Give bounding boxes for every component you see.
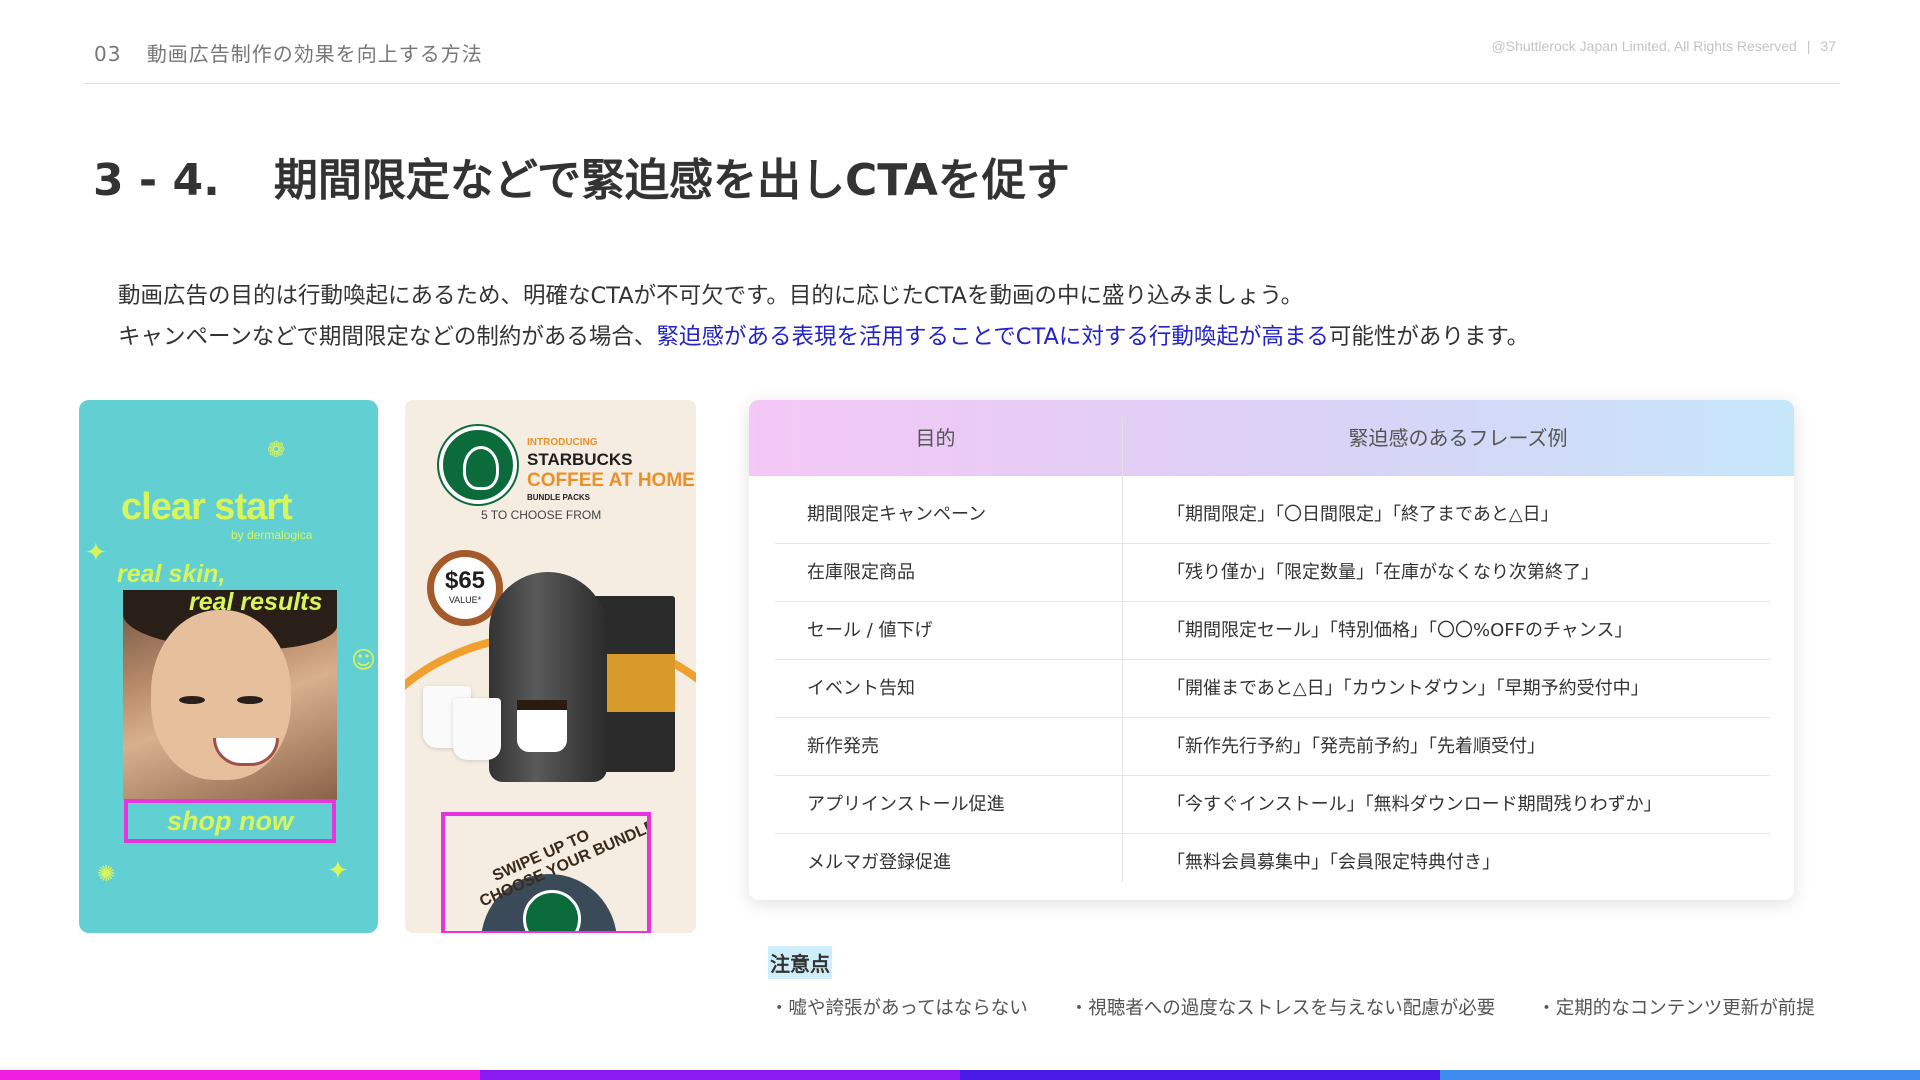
- caution-list: ・嘘や誇張があってはならない ・視聴者への過度なストレスを与えない配慮が必要 ・定期…: [770, 994, 1815, 1020]
- section-header: 03 動画広告制作の効果を向上する方法: [94, 38, 483, 67]
- ad-brand-by: by dermalogica: [231, 528, 313, 542]
- price-value: $65: [444, 567, 486, 594]
- phrase-cell: 「期間限定セール」「特別価格」「〇〇%OFFのチャンス」: [1167, 620, 1633, 641]
- table-row: アプリインストール促進 「今すぐインストール」「無料ダウンロード期間残りわずか」: [775, 776, 1770, 834]
- ad-product: COFFEE AT HOME: [527, 470, 695, 491]
- coffee-cup: [517, 700, 567, 752]
- intro-highlight: 緊迫感がある表現を活用することでCTAに対する行動喚起が高まる: [656, 324, 1329, 350]
- table-row: メルマガ登録促進 「無料会員募集中」「会員限定特典付き」: [775, 834, 1770, 892]
- caution-title: 注意点: [768, 946, 832, 979]
- burst-icon: ✺: [97, 862, 116, 887]
- table-row: セール / 値下げ 「期間限定セール」「特別価格」「〇〇%OFFのチャンス」: [775, 602, 1770, 660]
- slide-title-text: 期間限定などで緊迫感を出しCTAを促す: [273, 155, 1070, 206]
- phrase-cell: 「開催まであと△日」「カウントダウン」「早期予約受付中」: [1167, 678, 1649, 699]
- caution-item: ・嘘や誇張があってはならない: [770, 998, 1028, 1019]
- slide-title-number: 3 - 4.: [93, 155, 220, 206]
- phrase-cell: 「残り僅か」「限定数量」「在庫がなくなり次第終了」: [1167, 562, 1599, 583]
- ad-bundle: BUNDLE PACKS: [527, 493, 590, 502]
- purpose-cell: セール / 値下げ: [807, 620, 933, 641]
- ad-example-starbucks: INTRODUCING STARBUCKS COFFEE AT HOME BUN…: [405, 400, 696, 933]
- smiley-icon: ☺: [351, 646, 377, 674]
- intro-line-2-post: 可能性があります。: [1328, 324, 1530, 350]
- shop-now-cta: shop now: [124, 799, 336, 843]
- ad-tagline-2: real results: [189, 588, 323, 616]
- table-row: 期間限定キャンペーン 「期間限定」「〇日間限定」「終了まであと△日」: [775, 486, 1770, 544]
- face-shape: [151, 610, 291, 780]
- page-number: 37: [1820, 38, 1836, 54]
- header-divider: [84, 83, 1840, 84]
- table-row: 在庫限定商品 「残り僅か」「限定数量」「在庫がなくなり次第終了」: [775, 544, 1770, 602]
- ad-introducing: INTRODUCING: [527, 437, 598, 448]
- flower-icon: ❁: [267, 438, 286, 463]
- copyright: @Shuttlerock Japan Limited, All Rights R…: [1492, 38, 1836, 54]
- footer-bar-segment: [0, 1070, 480, 1080]
- phrase-cell: 「無料会員募集中」「会員限定特典付き」: [1167, 852, 1500, 873]
- copyright-text: @Shuttlerock Japan Limited, All Rights R…: [1491, 38, 1797, 54]
- column-header-phrases: 緊迫感のあるフレーズ例: [1348, 426, 1568, 450]
- caution-item: ・視聴者への過度なストレスを与えない配慮が必要: [1069, 998, 1496, 1019]
- table-row: 新作発売 「新作先行予約」「発売前予約」「先着順受付」: [775, 718, 1770, 776]
- table-header: 目的 緊迫感のあるフレーズ例: [749, 400, 1794, 476]
- purpose-cell: アプリインストール促進: [807, 794, 1005, 815]
- ad-choose: 5 TO CHOOSE FROM: [481, 508, 602, 522]
- model-photo: [123, 590, 337, 800]
- purpose-cell: 期間限定キャンペーン: [807, 504, 987, 525]
- footer-bar-segment: [960, 1070, 1440, 1080]
- caution-item: ・定期的なコンテンツ更新が前提: [1537, 998, 1815, 1019]
- section-title: 動画広告制作の効果を向上する方法: [146, 42, 483, 66]
- purpose-cell: メルマガ登録促進: [807, 852, 951, 873]
- eye-shape: [179, 696, 205, 704]
- star-icon: ✦: [327, 856, 349, 886]
- slide-title: 3 - 4. 期間限定などで緊迫感を出しCTAを促す: [93, 144, 1070, 208]
- mug-shape: [453, 698, 501, 760]
- footer-bar-segment: [480, 1070, 960, 1080]
- starbucks-logo: [439, 426, 517, 504]
- purpose-cell: イベント告知: [807, 678, 915, 699]
- purpose-cell: 在庫限定商品: [807, 562, 915, 583]
- copyright-separator: |: [1806, 38, 1811, 54]
- footer-bar-segment: [1440, 1070, 1920, 1080]
- price-note: VALUE*: [448, 595, 482, 605]
- ad-brand: STARBUCKS: [527, 450, 633, 469]
- purpose-cell: 新作発売: [807, 736, 879, 757]
- ad-brand: clear start: [121, 486, 293, 528]
- section-number: 03: [94, 42, 122, 66]
- phrase-table: 目的 緊迫感のあるフレーズ例 期間限定キャンペーン 「期間限定」「〇日間限定」「…: [749, 400, 1794, 900]
- phrase-cell: 「新作先行予約」「発売前予約」「先着順受付」: [1167, 736, 1545, 757]
- intro-line-2: キャンペーンなどで期間限定などの制約がある場合、緊迫感がある表現を活用することで…: [118, 317, 1529, 358]
- intro-text: 動画広告の目的は行動喚起にあるため、明確なCTAが不可欠です。目的に応じたCTA…: [118, 276, 1529, 358]
- ad-tagline-1: real skin,: [117, 560, 226, 588]
- phrase-cell: 「今すぐインストール」「無料ダウンロード期間残りわずか」: [1167, 794, 1662, 815]
- table-row: イベント告知 「開催まであと△日」「カウントダウン」「早期予約受付中」: [775, 660, 1770, 718]
- smile-shape: [213, 738, 279, 766]
- intro-line-1: 動画広告の目的は行動喚起にあるため、明確なCTAが不可欠です。目的に応じたCTA…: [118, 283, 1304, 309]
- sparkle-icon: ✦: [85, 538, 107, 568]
- phrase-cell: 「期間限定」「〇日間限定」「終了まであと△日」: [1167, 504, 1559, 525]
- swipe-up-cta: SWIPE UP TO CHOOSE YOUR BUNDLE: [441, 812, 651, 933]
- intro-line-2-pre: キャンペーンなどで期間限定などの制約がある場合、: [118, 324, 657, 350]
- eye-shape: [237, 696, 263, 704]
- column-header-purpose: 目的: [915, 426, 956, 450]
- ad-example-clearstart: ❁ ✦ ☺ ✺ ✦ clear start by dermalogica rea…: [79, 400, 378, 933]
